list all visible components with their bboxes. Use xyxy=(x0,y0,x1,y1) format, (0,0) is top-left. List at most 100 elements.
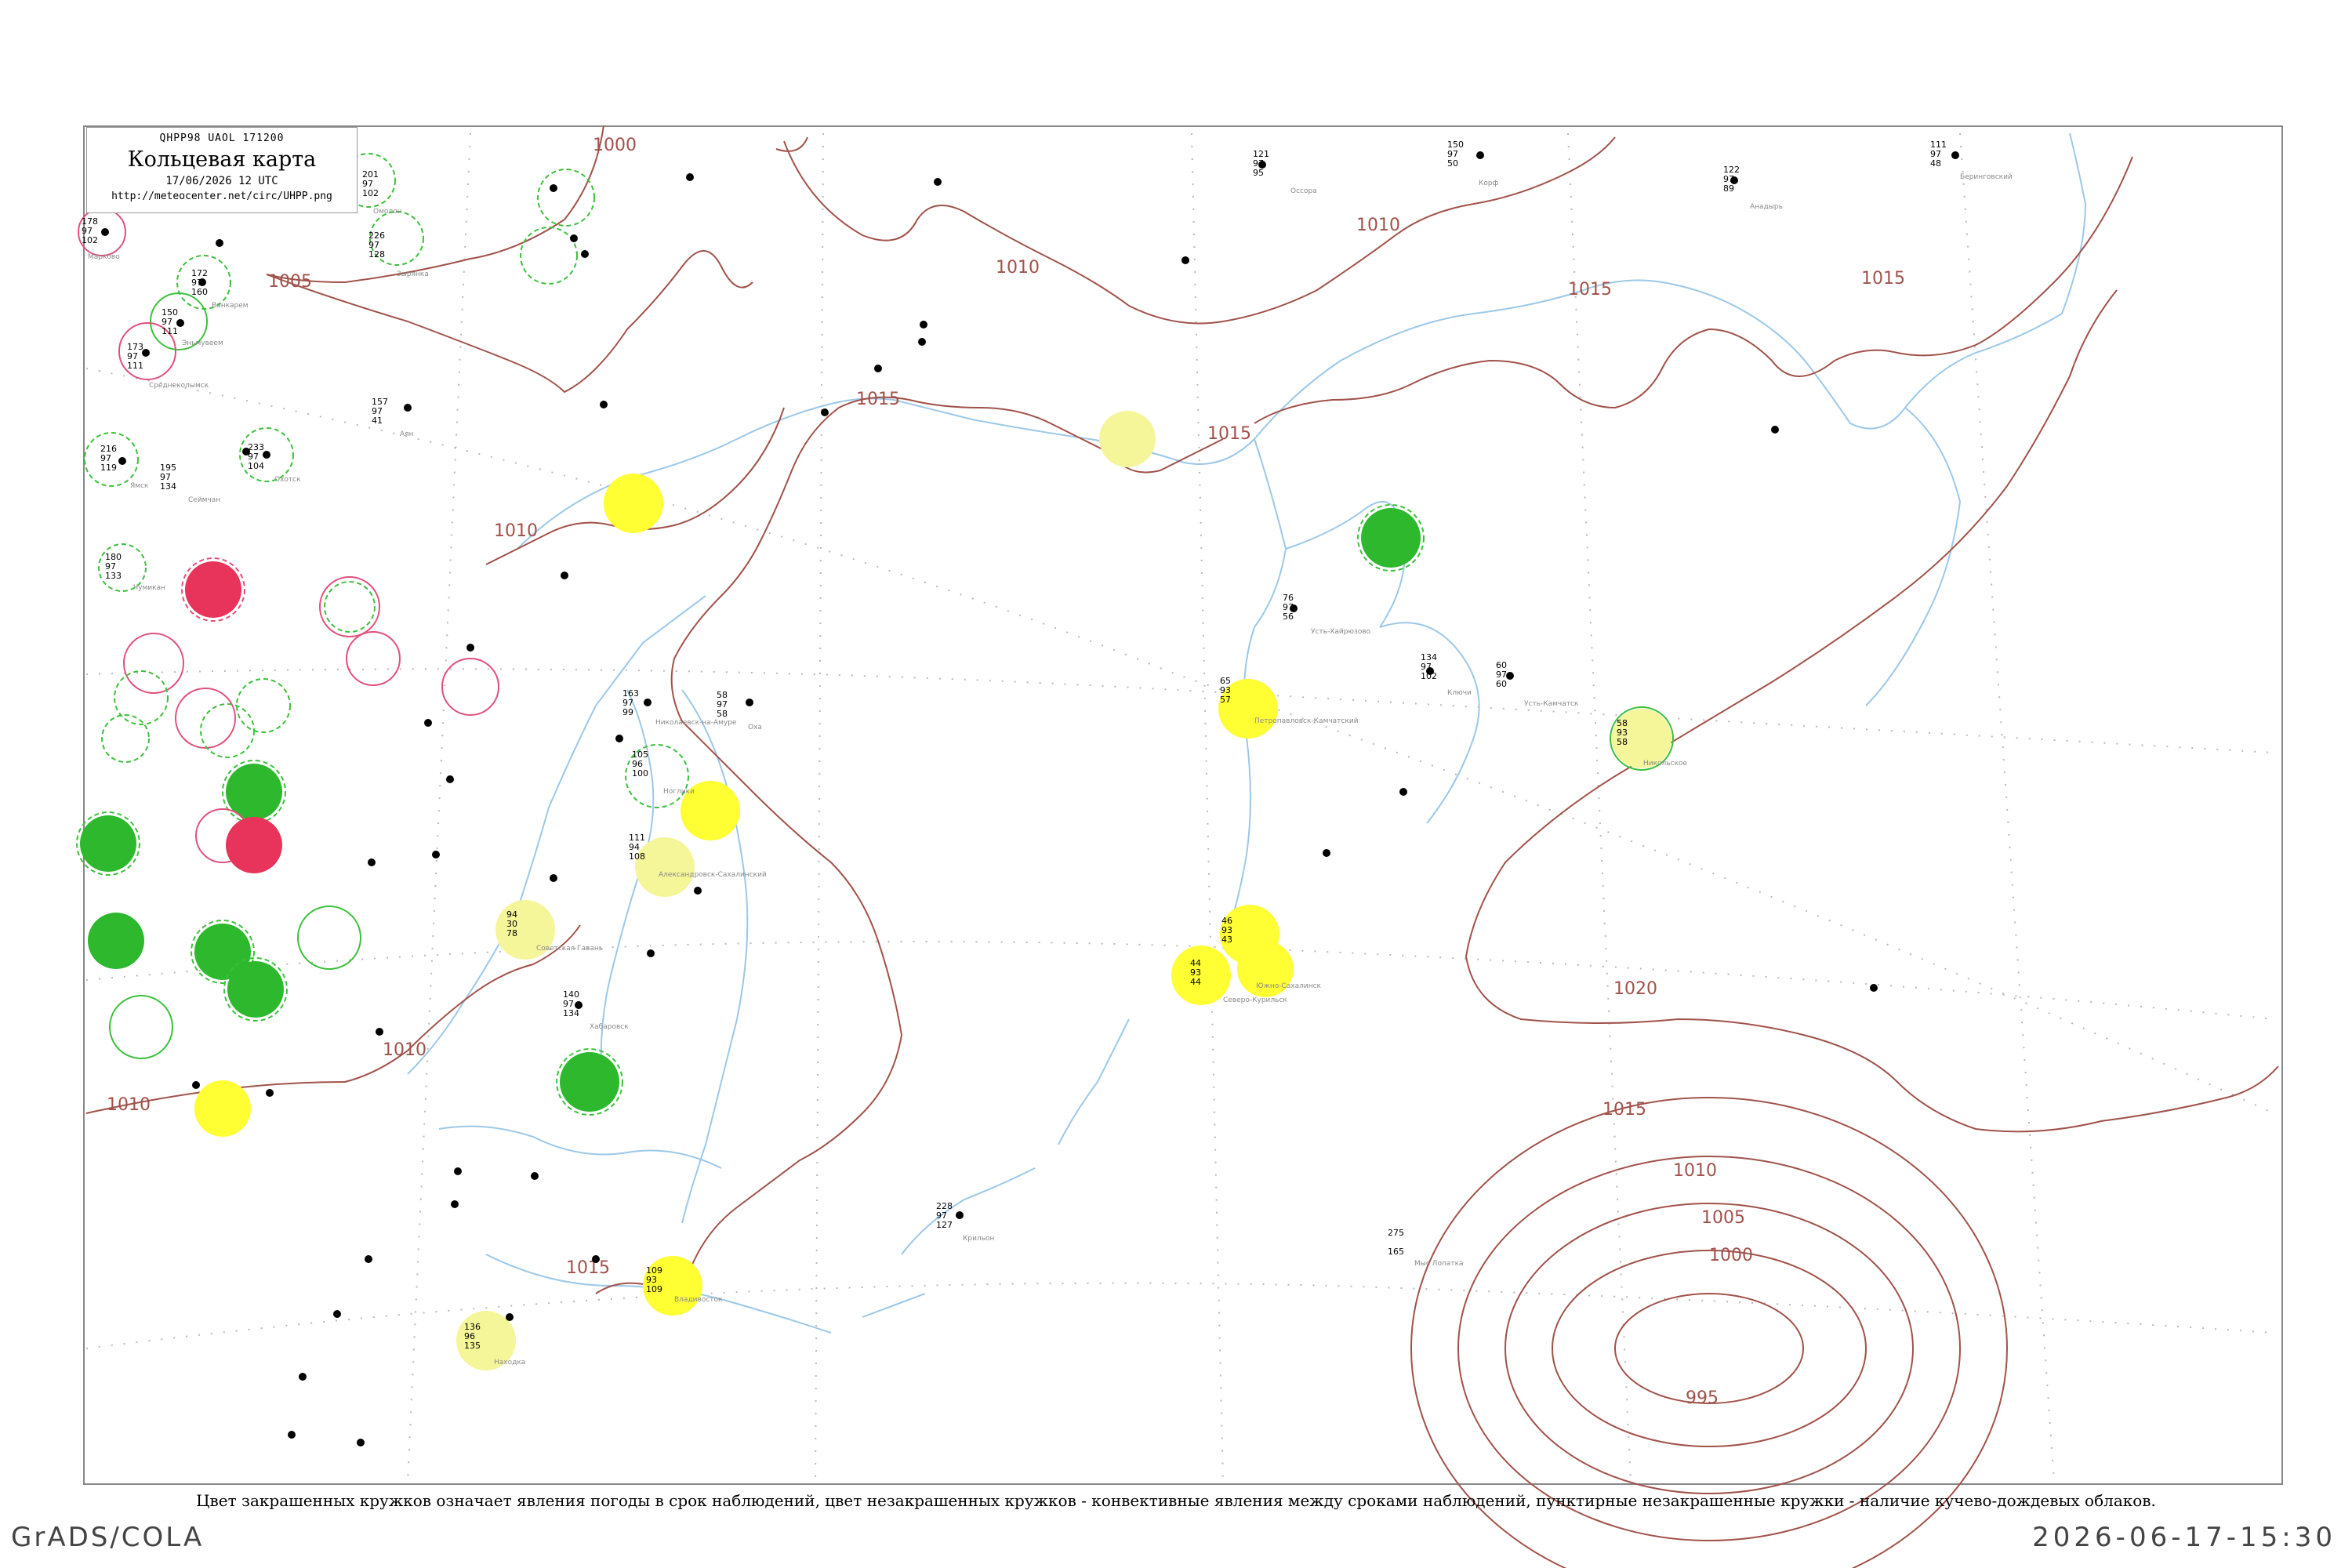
svg-text:104: 104 xyxy=(248,461,264,471)
svg-text:135: 135 xyxy=(464,1341,481,1351)
svg-text:Марково: Марково xyxy=(88,253,120,261)
svg-text:Охотск: Охотск xyxy=(274,476,301,484)
isobar-label: 1000 xyxy=(593,136,637,155)
svg-text:102: 102 xyxy=(362,188,379,198)
svg-text:95: 95 xyxy=(1253,168,1264,178)
svg-text:134: 134 xyxy=(563,1008,579,1018)
svg-text:Оссора: Оссора xyxy=(1290,187,1317,195)
svg-text:133: 133 xyxy=(105,571,122,581)
isobar-label: 1010 xyxy=(996,258,1040,278)
isobar-label: 1015 xyxy=(1568,280,1612,299)
isobar-label: 1010 xyxy=(383,1040,426,1060)
svg-text:127: 127 xyxy=(936,1220,953,1230)
isobar-label: 1010 xyxy=(107,1095,151,1115)
svg-text:Николаевск-на-Амуре: Николаевск-на-Амуре xyxy=(655,719,737,727)
svg-text:58: 58 xyxy=(1617,737,1628,747)
isobar-label: 1015 xyxy=(856,390,900,409)
svg-text:Аян: Аян xyxy=(400,430,414,438)
isobar-labels: 1000 1005 1010 1010 1010 1010 1015 1015 … xyxy=(107,136,1905,1408)
footer-software: GrADS/COLA xyxy=(11,1522,205,1553)
isobar-label: 995 xyxy=(1686,1388,1719,1408)
svg-text:Владивосток: Владивосток xyxy=(674,1296,723,1304)
isobar-label: 1010 xyxy=(1356,216,1400,235)
svg-text:111: 111 xyxy=(162,326,178,336)
svg-text:Советская Гавань: Советская Гавань xyxy=(536,945,603,953)
footer-timestamp: 2026-06-17-15:30 xyxy=(2032,1522,2336,1553)
svg-text:Северо-Курильск: Северо-Курильск xyxy=(1223,996,1287,1004)
svg-text:Ямск: Ямск xyxy=(130,482,149,490)
station-readouts: 17897102Марково 20197102Омолон 22697128З… xyxy=(82,140,2013,1367)
svg-text:Эньмувеем: Эньмувеем xyxy=(182,339,223,347)
isobar-label: 1000 xyxy=(1709,1246,1753,1265)
svg-text:Ванкарем: Ванкарем xyxy=(212,302,249,310)
svg-text:102: 102 xyxy=(82,235,98,245)
station-zyryanka: 22697128Зырянка xyxy=(368,230,429,278)
svg-text:Оха: Оха xyxy=(748,724,762,731)
legend-note: Цвет закрашенных кружков означает явлени… xyxy=(196,1491,2156,1510)
svg-text:165: 165 xyxy=(1388,1247,1404,1257)
svg-text:Усть-Хайрюзово: Усть-Хайрюзово xyxy=(1311,628,1371,636)
svg-text:Находка: Находка xyxy=(494,1359,525,1367)
bulletin-code: QHPP98 UAOL 171200 xyxy=(159,132,285,144)
svg-text:100: 100 xyxy=(632,768,648,779)
isobar-label: 1010 xyxy=(1673,1161,1717,1181)
svg-text:Беринговский: Беринговский xyxy=(1960,173,2013,181)
svg-text:Чумикан: Чумикан xyxy=(133,584,165,592)
svg-text:41: 41 xyxy=(372,416,383,426)
svg-text:Крильон: Крильон xyxy=(963,1235,995,1243)
svg-text:108: 108 xyxy=(629,851,645,862)
isobar-label: 1020 xyxy=(1613,979,1657,999)
map-url: http://meteocenter.net/circ/UHPP.png xyxy=(111,191,332,202)
map-title: Кольцевая карта xyxy=(127,147,317,172)
isobar-label: 1015 xyxy=(1207,424,1251,444)
station-ayan: 1579741Аян xyxy=(372,397,414,438)
station-enmuveem: 15097111Эньмувеем xyxy=(162,307,223,347)
svg-text:89: 89 xyxy=(1723,183,1734,194)
weather-circles xyxy=(76,153,1674,1370)
svg-text:Сеймчан: Сеймчан xyxy=(188,496,220,504)
svg-text:109: 109 xyxy=(646,1284,662,1294)
isobar-label: 1015 xyxy=(1602,1100,1646,1120)
isobars xyxy=(85,125,2279,1568)
station-srednekolymsk: 17397111Среднеколымск xyxy=(127,342,209,390)
station-chumikan: 18097133Чумикан xyxy=(105,552,165,592)
isobar-label: 1005 xyxy=(268,272,312,292)
svg-text:Хабаровск: Хабаровск xyxy=(590,1023,629,1031)
svg-text:Корф: Корф xyxy=(1479,180,1499,187)
station-ust-kamchatsk: 609760Усть-Камчатск xyxy=(1496,660,1579,708)
isobar-label: 1010 xyxy=(494,521,538,541)
station-krilon: 22897127Крильон xyxy=(936,1201,995,1243)
svg-text:Мыс Лопатка: Мыс Лопатка xyxy=(1414,1260,1464,1268)
isobar-label: 1015 xyxy=(566,1258,610,1278)
svg-text:119: 119 xyxy=(100,463,117,473)
svg-text:111: 111 xyxy=(127,361,143,371)
svg-text:44: 44 xyxy=(1190,977,1201,987)
station-khabarovsk: 14097134Хабаровск xyxy=(563,989,629,1031)
svg-text:128: 128 xyxy=(368,249,385,260)
map-date: 17/06/2026 12 UTC xyxy=(165,175,278,187)
svg-text:99: 99 xyxy=(622,707,633,717)
svg-text:Омолон: Омолон xyxy=(373,208,402,216)
synoptic-map: 1000 1005 1010 1010 1010 1010 1015 1015 … xyxy=(76,125,2279,1568)
station-korf: 1509750Корф xyxy=(1447,140,1499,187)
station-mys-lopatka: 275 165 Мыс Лопатка xyxy=(1388,1228,1464,1268)
isobar-label: 1015 xyxy=(1861,269,1905,289)
station-nogliki: 10596100Ноглики xyxy=(632,750,695,796)
svg-text:Петропавловск-Камчатский: Петропавловск-Камчатский xyxy=(1254,717,1359,725)
coordinate-grid xyxy=(85,132,2274,1483)
svg-text:275: 275 xyxy=(1388,1228,1404,1238)
station-seymchan: 19597134Сеймчан xyxy=(160,463,220,504)
svg-text:56: 56 xyxy=(1283,612,1294,622)
svg-text:43: 43 xyxy=(1221,935,1232,945)
svg-text:57: 57 xyxy=(1220,695,1231,705)
station-ust-khairyuzovo: 769756Усть-Хайрюзово xyxy=(1283,593,1371,636)
map-title-box: QHPP98 UAOL 171200 Кольцевая карта 17/06… xyxy=(86,127,358,213)
station-omolon: 20197102Омолон xyxy=(362,169,402,216)
svg-text:102: 102 xyxy=(1421,671,1437,681)
svg-text:78: 78 xyxy=(506,928,517,938)
station-ossora: 1219795Оссора xyxy=(1253,149,1317,195)
svg-text:Ключи: Ключи xyxy=(1447,689,1472,697)
station-beringovsky: 1119748Беринговский xyxy=(1930,140,2013,181)
station-anadyr: 1229789Анадырь xyxy=(1723,165,1783,211)
isobar-label: 1005 xyxy=(1701,1208,1745,1228)
